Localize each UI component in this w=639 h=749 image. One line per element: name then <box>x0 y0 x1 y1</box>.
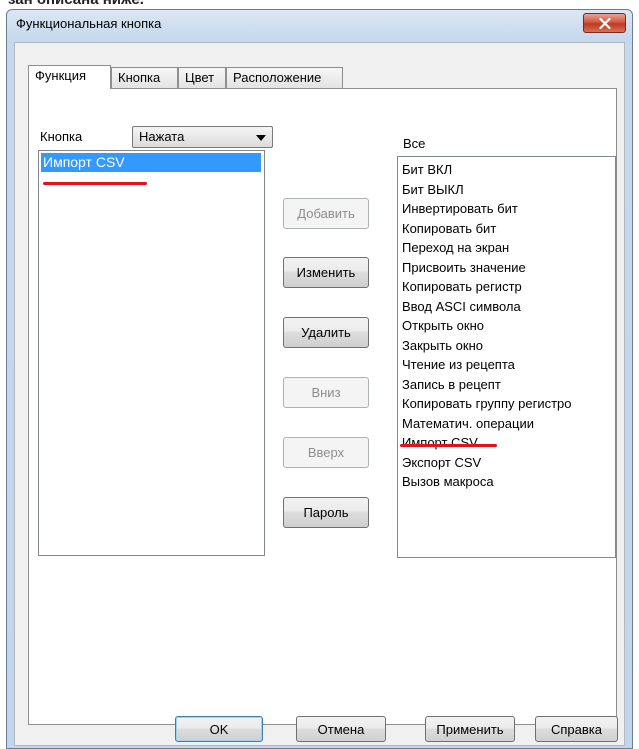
annotation-underline <box>400 444 497 447</box>
delete-button[interactable]: Удалить <box>283 317 369 348</box>
button-state-label: Кнопка <box>40 129 83 144</box>
list-item[interactable]: Открыть окно <box>402 316 572 336</box>
tab-function[interactable]: Функция <box>28 65 111 89</box>
apply-button[interactable]: Применить <box>425 716 515 742</box>
help-button[interactable]: Справка <box>535 716 618 742</box>
button-state-value: Нажата <box>139 129 185 144</box>
list-item[interactable]: Запись в рецепт <box>402 375 572 395</box>
edit-button[interactable]: Изменить <box>283 257 369 288</box>
list-item[interactable]: Инвертировать бит <box>402 199 572 219</box>
list-item-selected[interactable]: Импорт CSV <box>41 153 261 172</box>
list-item[interactable]: Переход на экран <box>402 238 572 258</box>
all-functions-label: Все <box>403 136 426 151</box>
list-item[interactable]: Бит ВКЛ <box>402 160 572 180</box>
list-item[interactable]: Импорт CSV <box>402 433 572 453</box>
list-item[interactable]: Копировать группу регистро <box>402 394 572 414</box>
list-item[interactable]: Чтение из рецепта <box>402 355 572 375</box>
tab-color[interactable]: Цвет <box>178 67 226 88</box>
background-heading-text: зан описана ниже. <box>8 0 144 8</box>
list-item[interactable]: Экспорт CSV <box>402 453 572 473</box>
move-up-button[interactable]: Вверх <box>283 437 369 468</box>
window-title: Функциональная кнопка <box>16 16 162 31</box>
title-bar: Функциональная кнопка <box>7 10 632 40</box>
add-button[interactable]: Добавить <box>283 198 369 229</box>
close-icon <box>598 17 611 29</box>
ok-button[interactable]: OK <box>175 716 263 742</box>
button-state-select[interactable]: Нажата <box>132 126 273 148</box>
close-button[interactable] <box>583 13 626 33</box>
chevron-down-icon <box>256 135 266 141</box>
list-item[interactable]: Копировать бит <box>402 219 572 239</box>
cancel-button[interactable]: Отмена <box>296 716 386 742</box>
list-item[interactable]: Математич. операции <box>402 414 572 434</box>
list-item[interactable]: Бит ВЫКЛ <box>402 180 572 200</box>
list-item[interactable]: Ввод ASCI символа <box>402 297 572 317</box>
tab-button[interactable]: Кнопка <box>111 67 178 88</box>
all-functions-items: Бит ВКЛ Бит ВЫКЛ Инвертировать бит Копир… <box>402 160 572 492</box>
list-item[interactable]: Вызов макроса <box>402 472 572 492</box>
assigned-functions-list[interactable]: Импорт CSV <box>38 150 265 556</box>
background-heading: зан описана ниже. <box>0 0 639 9</box>
move-down-button[interactable]: Вниз <box>283 377 369 408</box>
dialog-window: Функциональная кнопка Функция Кнопка Цве… <box>6 9 633 749</box>
list-item[interactable]: Копировать регистр <box>402 277 572 297</box>
tab-position[interactable]: Расположение <box>226 67 343 88</box>
dialog-client-area: Функция Кнопка Цвет Расположение Кнопка … <box>14 42 625 746</box>
annotation-underline <box>43 182 147 185</box>
all-functions-list[interactable]: Бит ВКЛ Бит ВЫКЛ Инвертировать бит Копир… <box>397 156 616 558</box>
tab-panel-function: Кнопка Нажата Импорт CSV Все Бит ВКЛ Бит… <box>28 88 617 725</box>
list-item[interactable]: Закрыть окно <box>402 336 572 356</box>
list-item[interactable]: Присвоить значение <box>402 258 572 278</box>
password-button[interactable]: Пароль <box>283 497 369 528</box>
